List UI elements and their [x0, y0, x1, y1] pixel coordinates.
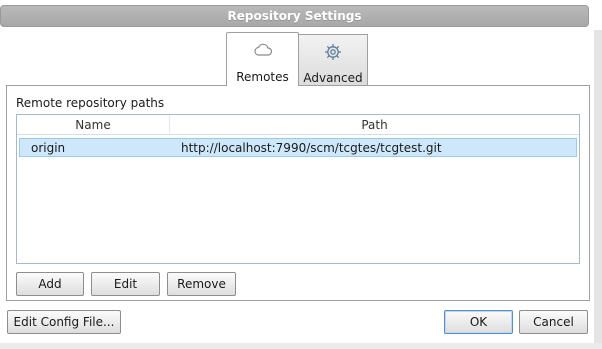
- remotes-panel: Remote repository paths Name Path origin…: [6, 85, 590, 301]
- remove-button[interactable]: Remove: [167, 272, 236, 296]
- tab-advanced[interactable]: Advanced: [299, 34, 368, 85]
- tab-remotes[interactable]: Remotes: [226, 32, 299, 86]
- ok-button[interactable]: OK: [444, 310, 513, 334]
- gear-icon: [323, 43, 343, 61]
- add-button[interactable]: Add: [16, 272, 84, 296]
- background-window-edge: [594, 30, 602, 349]
- cancel-button[interactable]: Cancel: [519, 310, 588, 334]
- tab-advanced-label: Advanced: [303, 71, 363, 85]
- remotes-table[interactable]: Name Path origin http://localhost:7990/s…: [16, 114, 580, 264]
- column-header-path[interactable]: Path: [170, 115, 579, 134]
- edit-button[interactable]: Edit: [91, 272, 160, 296]
- remote-path-cell: http://localhost:7990/scm/tcgtes/tcgtest…: [181, 140, 442, 155]
- tab-remotes-label: Remotes: [236, 70, 289, 84]
- table-header: Name Path: [17, 115, 579, 135]
- edit-config-file-button[interactable]: Edit Config File...: [7, 310, 121, 334]
- window-title: Repository Settings: [227, 9, 362, 23]
- column-header-name[interactable]: Name: [17, 115, 170, 134]
- cloud-icon: [253, 41, 273, 59]
- window-titlebar: Repository Settings: [0, 5, 589, 27]
- section-title: Remote repository paths: [16, 96, 165, 110]
- remote-name-cell: origin: [31, 140, 66, 155]
- table-row[interactable]: origin http://localhost:7990/scm/tcgtes/…: [19, 138, 577, 157]
- background-strip: [0, 343, 602, 349]
